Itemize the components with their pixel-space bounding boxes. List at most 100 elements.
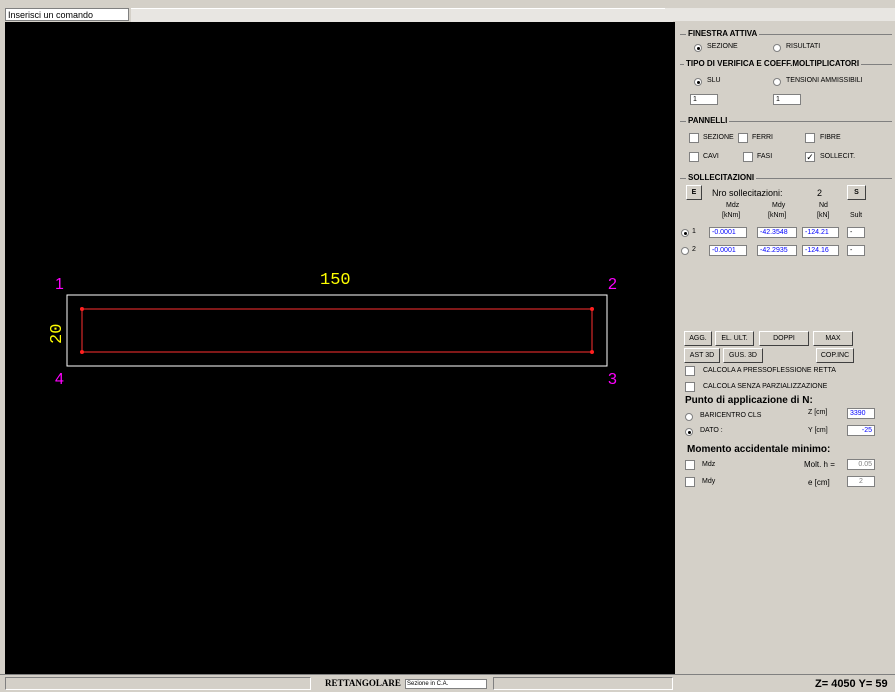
status-bar: RETTANGOLARE Sezione in C.A. Z= 4050 Y= …	[0, 674, 895, 692]
status-coordinates: Z= 4050 Y= 59	[815, 678, 888, 690]
button-e[interactable]: E	[686, 185, 702, 200]
button-gus-3d[interactable]: GUS. 3D	[723, 348, 763, 363]
checkbox-mdz-label: Mdz	[702, 461, 716, 468]
e-input[interactable]: 2	[847, 476, 875, 487]
dimension-width: 150	[320, 271, 351, 290]
checkbox-fibre-label: FIBRE	[820, 134, 841, 141]
button-cop-inc[interactable]: COP.INC	[816, 348, 854, 363]
row-2-mdz[interactable]: -0.0001	[709, 245, 747, 256]
row-2-mdy[interactable]: -42.2935	[757, 245, 797, 256]
count-label: Nro sollecitazioni:	[712, 188, 783, 198]
group-sollecitazioni: SOLLECITAZIONI E Nro sollecitazioni: 2 S…	[680, 173, 892, 339]
button-agg[interactable]: AGG.	[684, 331, 712, 346]
radio-tensioni[interactable]	[773, 78, 781, 86]
command-input[interactable]: Inserisci un comando	[5, 8, 129, 21]
header-nd: Nd	[819, 202, 828, 209]
coeff-tensioni-input[interactable]: 1	[773, 94, 801, 105]
radio-slu[interactable]	[694, 78, 702, 86]
section-drawing: 150 20 1 2 3 4	[48, 271, 617, 388]
coeff-slu-input[interactable]: 1	[690, 94, 718, 105]
punto-title: Punto di applicazione di N:	[685, 395, 813, 406]
molt-label: Molt. h =	[804, 460, 835, 469]
rebar-point	[590, 350, 594, 354]
group-finestra-attiva: FINESTRA ATTIVA SEZIONE RISULTATI	[680, 29, 892, 59]
header-sult: Sult	[850, 212, 863, 219]
row-1-sult[interactable]: -	[847, 227, 865, 238]
button-s[interactable]: S	[847, 185, 866, 200]
radio-slu-label: SLU	[707, 77, 721, 84]
button-doppi[interactable]: DOPPI	[759, 331, 809, 346]
radio-tensioni-label: TENSIONI AMMISSIBILI	[786, 77, 863, 84]
corner-label-2: 2	[608, 276, 617, 293]
header-mdy: Mdy	[772, 202, 786, 209]
rebar-point	[80, 307, 84, 311]
group-tipo-verifica: TIPO DI VERIFICA E COEFF.MOLTIPLICATORI …	[680, 59, 892, 115]
momento-title: Momento accidentale minimo:	[687, 444, 831, 455]
group-title: TIPO DI VERIFICA E COEFF.MOLTIPLICATORI	[684, 59, 862, 68]
radio-baricentro[interactable]	[685, 413, 693, 421]
status-shape: RETTANGOLARE	[325, 678, 401, 688]
checkbox-sollecit-label: SOLLECIT.	[820, 153, 856, 160]
dimension-height: 20	[48, 324, 67, 344]
radio-dato-label: DATO :	[700, 427, 723, 434]
count-value: 2	[817, 188, 823, 198]
row-1-index: 1	[692, 228, 696, 235]
status-section-type: Sezione in C.A.	[405, 679, 487, 689]
rebar-point	[80, 350, 84, 354]
group-title: PANNELLI	[686, 116, 730, 125]
checkbox-mdy[interactable]	[685, 477, 695, 487]
control-panel: FINESTRA ATTIVA SEZIONE RISULTATI TIPO D…	[675, 22, 895, 674]
section-outline	[66, 294, 608, 367]
checkbox-fasi-label: FASI	[757, 153, 773, 160]
y-input[interactable]: -25	[847, 425, 875, 436]
checkbox-cavi[interactable]	[689, 152, 699, 162]
molt-input[interactable]: 0.05	[847, 459, 875, 470]
checkbox-sezione[interactable]	[689, 133, 699, 143]
checkbox-mdy-label: Mdy	[702, 478, 716, 485]
checkbox-sezione-label: SEZIONE	[703, 134, 734, 141]
corner-label-1: 1	[55, 276, 64, 293]
radio-sezione[interactable]	[694, 44, 702, 52]
button-ast-3d[interactable]: AST 3D	[684, 348, 720, 363]
command-strip	[131, 8, 673, 22]
group-title: FINESTRA ATTIVA	[686, 29, 760, 38]
rebar-point	[590, 307, 594, 311]
z-input[interactable]: 3390	[847, 408, 875, 419]
corner-label-4: 4	[55, 371, 64, 388]
group-pannelli: PANNELLI SEZIONE FERRI FIBRE CAVI FASI ✓…	[680, 116, 892, 170]
drawing-canvas[interactable]: 150 20 1 2 3 4	[5, 22, 675, 674]
header-mdy-unit: [kNm]	[768, 212, 787, 219]
rebar-outline	[81, 308, 593, 353]
checkbox-ferri-label: FERRI	[752, 134, 773, 141]
checkbox-mdz[interactable]	[685, 460, 695, 470]
button-el-ult[interactable]: EL. ULT.	[715, 331, 754, 346]
row-2-sult[interactable]: -	[847, 245, 865, 256]
z-label: Z [cm]	[808, 409, 828, 416]
status-segment	[493, 677, 673, 690]
row-2-radio[interactable]	[681, 247, 689, 255]
corner-label-3: 3	[608, 371, 617, 388]
command-strip-right	[665, 8, 895, 21]
header-mdz-unit: [kNm]	[722, 212, 741, 219]
checkbox-ferri[interactable]	[738, 133, 748, 143]
header-nd-unit: [kN]	[817, 212, 830, 219]
checkbox-senza-parzializzazione[interactable]	[685, 382, 695, 392]
status-segment	[5, 677, 311, 690]
radio-risultati[interactable]	[773, 44, 781, 52]
button-max[interactable]: MAX	[813, 331, 853, 346]
row-1-mdz[interactable]: -0.0001	[709, 227, 747, 238]
row-2-nd[interactable]: -124.16	[802, 245, 839, 256]
radio-dato[interactable]	[685, 428, 693, 436]
group-title: SOLLECITAZIONI	[686, 173, 757, 182]
checkbox-senza-parzializzazione-label: CALCOLA SENZA PARZIALIZZAZIONE	[703, 383, 828, 390]
radio-sezione-label: SEZIONE	[707, 43, 738, 50]
y-label: Y [cm]	[808, 427, 828, 434]
checkbox-pressoflessione[interactable]	[685, 366, 695, 376]
radio-baricentro-label: BARICENTRO CLS	[700, 412, 762, 419]
row-1-mdy[interactable]: -42.3548	[757, 227, 797, 238]
checkbox-sollecit[interactable]: ✓	[805, 152, 815, 162]
row-1-nd[interactable]: -124.21	[802, 227, 839, 238]
row-1-radio[interactable]	[681, 229, 689, 237]
checkbox-fasi[interactable]	[743, 152, 753, 162]
checkbox-fibre[interactable]	[805, 133, 815, 143]
